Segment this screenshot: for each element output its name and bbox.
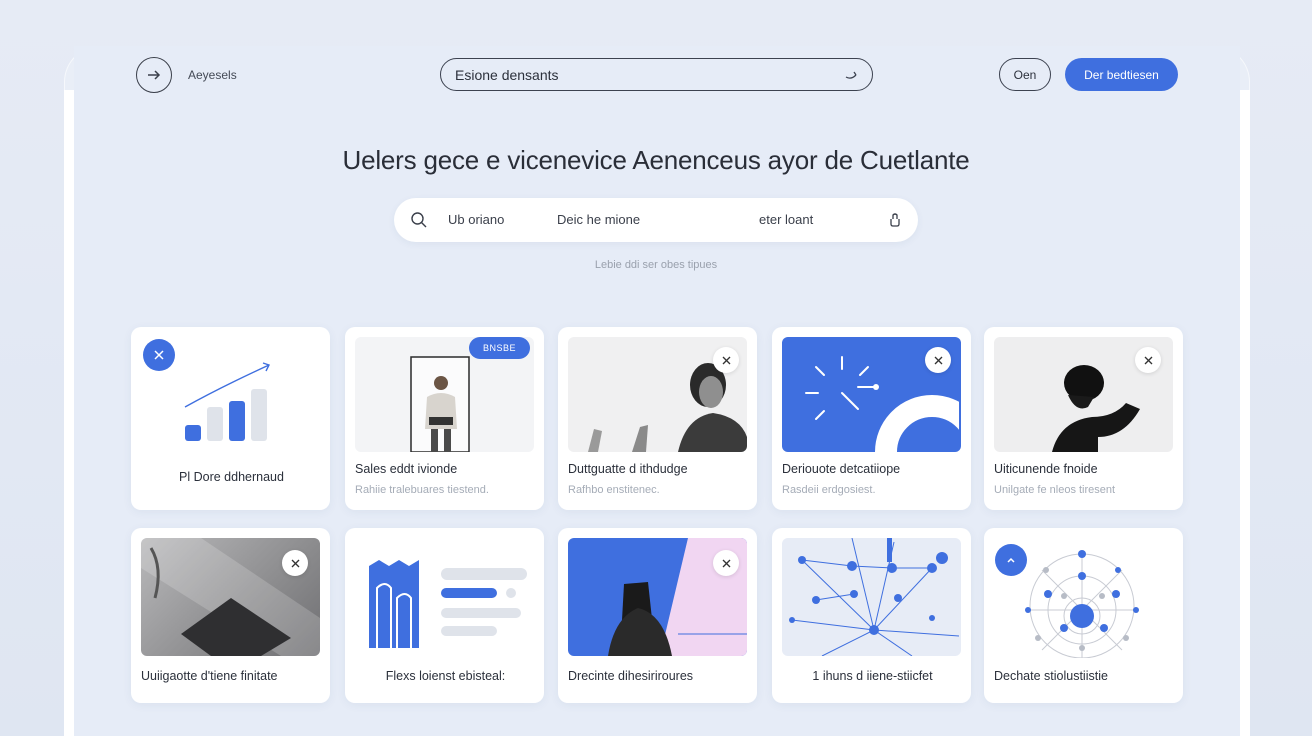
card-9[interactable]: 1 ihuns d iiene-stiicfet [772,528,971,703]
close-button[interactable] [925,347,951,373]
close-icon [934,356,942,364]
top-search-input[interactable]: Esione densants [440,58,873,91]
close-button[interactable] [282,550,308,576]
mic-icon[interactable] [887,212,903,228]
card-title: Uiticunende fnoide [994,462,1098,476]
card-10[interactable]: Dechate stiolustiistie [984,528,1183,703]
page-title: Uelers gece e vicenevice Aenenceus ayor … [342,145,970,175]
close-button[interactable] [143,339,175,371]
filter-location[interactable]: eter loant [759,212,813,227]
card-title: Deriouote detcatiiope [782,462,901,476]
card-subtitle: Rasdeii erdgosiest. [782,484,876,496]
card-title: Dechate stiolustiistie [994,669,1108,683]
card-title: Pl Dore ddhernaud [179,470,284,484]
growth-chart-illustration [184,362,270,441]
card-7[interactable]: Flexs loienst ebisteal: [345,528,544,703]
network-graph-illustration [789,538,959,656]
search-hint: Lebie ddi ser obes tipues [594,259,718,271]
primary-button[interactable]: Der bedtiesen [1065,58,1178,91]
search-submit-icon[interactable] [844,69,858,81]
card-title: Flexs loienst ebisteal: [385,669,506,683]
card-2[interactable]: BNSBE Sales eddt ivionde Rahiie tralebua… [345,327,544,510]
card-title: Duttguatte d ithdudge [568,462,688,476]
card-image [782,538,961,656]
card-5[interactable]: Uiticunende fnoide Unilgate fe nleos tir… [984,327,1183,510]
card-1[interactable]: Pl Dore ddhernaud [131,327,330,510]
secondary-button[interactable]: Oen [999,58,1051,91]
close-icon [722,356,730,364]
sphere-network-illustration [1025,550,1139,658]
brand-name: Aeyesels [188,68,237,82]
card-subtitle: Rahiie tralebuares tiestend. [355,484,489,496]
search-icon [411,212,427,228]
document-list-illustration [369,560,527,648]
card-title: 1 ihuns d iiene-stiicfet [812,669,933,683]
card-title: Drecinte dihesiriroures [568,669,694,683]
card-4[interactable]: Deriouote detcatiiope Rasdeii erdgosiest… [772,327,971,510]
filter-category[interactable]: Deic he mione [557,212,640,227]
close-icon [154,350,164,360]
close-button[interactable] [713,550,739,576]
filter-keyword[interactable]: Ub oriano [448,212,504,227]
card-subtitle: Rafhbo enstitenec. [568,484,660,496]
arrow-right-icon [148,70,161,80]
card-subtitle: Unilgate fe nleos tiresent [994,484,1116,496]
close-icon [722,559,730,567]
card-6[interactable]: Uuiigaotte d'tiene finitate [131,528,330,703]
search-value: Esione densants [455,66,559,83]
close-button[interactable] [713,347,739,373]
nav-toggle-button[interactable] [136,57,172,93]
close-icon [291,559,299,567]
close-button[interactable] [1135,347,1161,373]
card-title: Sales eddt ivionde [355,462,458,476]
card-tag[interactable]: BNSBE [468,337,530,359]
close-icon [1144,356,1152,364]
filter-bar[interactable]: Ub oriano Deic he mione eter loant [394,198,918,242]
card-8[interactable]: Drecinte dihesiriroures [558,528,757,703]
card-3[interactable]: Duttguatte d ithdudge Rafhbo enstitenec. [558,327,757,510]
card-title: Uuiigaotte d'tiene finitate [141,669,278,683]
